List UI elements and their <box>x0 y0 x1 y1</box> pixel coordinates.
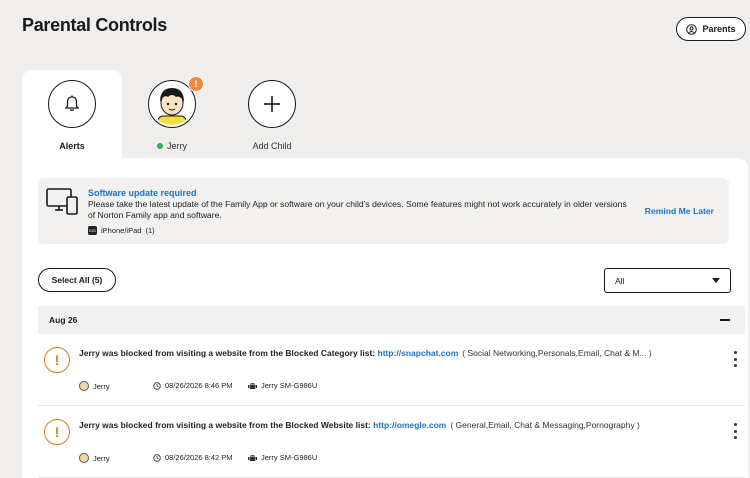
update-title: Software update required <box>88 188 197 198</box>
add-child-circle <box>248 80 296 128</box>
alert-timestamp: 08/26/2026 8:42 PM <box>165 453 233 462</box>
alert-text: Jerry was blocked from visiting a websit… <box>79 420 374 430</box>
alerts-panel: Software update required Please take the… <box>22 158 748 478</box>
alert-time: 08/26/2026 8:46 PM <box>153 381 233 390</box>
alert-categories: ( Social Networking,Personals,Email, Cha… <box>462 348 652 358</box>
alert-device: Jerry SM-G986U <box>248 453 317 462</box>
child-avatar-image <box>151 83 193 125</box>
devices-icon <box>46 188 78 215</box>
page-title: Parental Controls <box>22 15 167 35</box>
software-update-card: Software update required Please take the… <box>38 178 729 244</box>
chevron-down-icon <box>712 278 720 283</box>
warning-icon: ! <box>44 347 70 373</box>
plus-icon <box>264 96 280 112</box>
select-all-button[interactable]: Select All (5) <box>38 268 116 292</box>
blocked-url-link[interactable]: http://snapchat.com <box>378 348 459 358</box>
clock-icon <box>153 381 161 390</box>
child-avatar: ! <box>148 76 204 128</box>
online-status-dot <box>157 143 163 149</box>
alert-user: Jerry <box>79 453 110 463</box>
alert-message: Jerry was blocked from visiting a websit… <box>79 348 699 358</box>
alert-time: 08/26/2026 8:42 PM <box>153 453 233 462</box>
alert-message: Jerry was blocked from visiting a websit… <box>79 420 699 430</box>
parents-button[interactable]: Parents <box>676 17 746 41</box>
profile-tabs: Alerts ! Jerry Add Child <box>22 70 322 160</box>
user-circle-icon <box>686 23 698 35</box>
more-options-icon[interactable] <box>732 351 738 367</box>
device-os-row: iOS iPhone/iPad (1) <box>88 226 155 235</box>
device-count: (1) <box>145 226 155 235</box>
filter-dropdown[interactable]: All <box>604 268 731 293</box>
bell-icon <box>64 95 80 111</box>
alert-user-name: Jerry <box>93 453 110 463</box>
tab-add-child[interactable]: Add Child <box>222 70 322 160</box>
child-name: Jerry <box>167 141 187 151</box>
tab-add-child-label: Add Child <box>252 141 292 151</box>
collapse-icon[interactable] <box>720 319 730 321</box>
alert-user-name: Jerry <box>93 381 110 391</box>
clock-icon <box>153 453 161 462</box>
alert-device: Jerry SM-G986U <box>248 381 317 390</box>
alert-item[interactable]: ! Jerry was blocked from visiting a webs… <box>38 334 745 406</box>
alert-badge: ! <box>188 76 204 92</box>
alert-user: Jerry <box>79 381 110 391</box>
alert-device-name: Jerry SM-G986U <box>261 453 318 462</box>
device-label: iPhone/iPad <box>101 226 142 235</box>
tab-child-jerry[interactable]: ! Jerry <box>122 70 222 160</box>
alert-device-name: Jerry SM-G986U <box>261 381 318 390</box>
more-options-icon[interactable] <box>732 423 738 439</box>
date-group-header: Aug 26 <box>38 306 745 334</box>
alert-categories: ( General,Email, Chat & Messaging,Pornog… <box>450 420 640 430</box>
parents-label: Parents <box>702 24 736 34</box>
update-description: Please take the latest update of the Fam… <box>88 199 627 220</box>
avatar <box>79 381 89 391</box>
alert-item[interactable]: ! Jerry was blocked from visiting a webs… <box>38 406 745 478</box>
group-date: Aug 26 <box>49 315 78 325</box>
tab-alerts[interactable]: Alerts <box>22 70 122 160</box>
alert-text: Jerry was blocked from visiting a websit… <box>79 348 378 358</box>
filter-value: All <box>615 275 625 286</box>
tab-alerts-label: Alerts <box>59 141 85 151</box>
alerts-circle <box>48 80 96 128</box>
ios-icon: iOS <box>88 226 97 235</box>
tab-child-label: Jerry <box>157 141 187 151</box>
avatar <box>79 453 89 463</box>
android-icon <box>248 455 257 461</box>
warning-icon: ! <box>44 419 70 445</box>
remind-me-later-button[interactable]: Remind Me Later <box>645 206 714 216</box>
android-icon <box>248 383 257 389</box>
blocked-url-link[interactable]: http://omegle.com <box>373 420 446 430</box>
alert-timestamp: 08/26/2026 8:46 PM <box>165 381 233 390</box>
